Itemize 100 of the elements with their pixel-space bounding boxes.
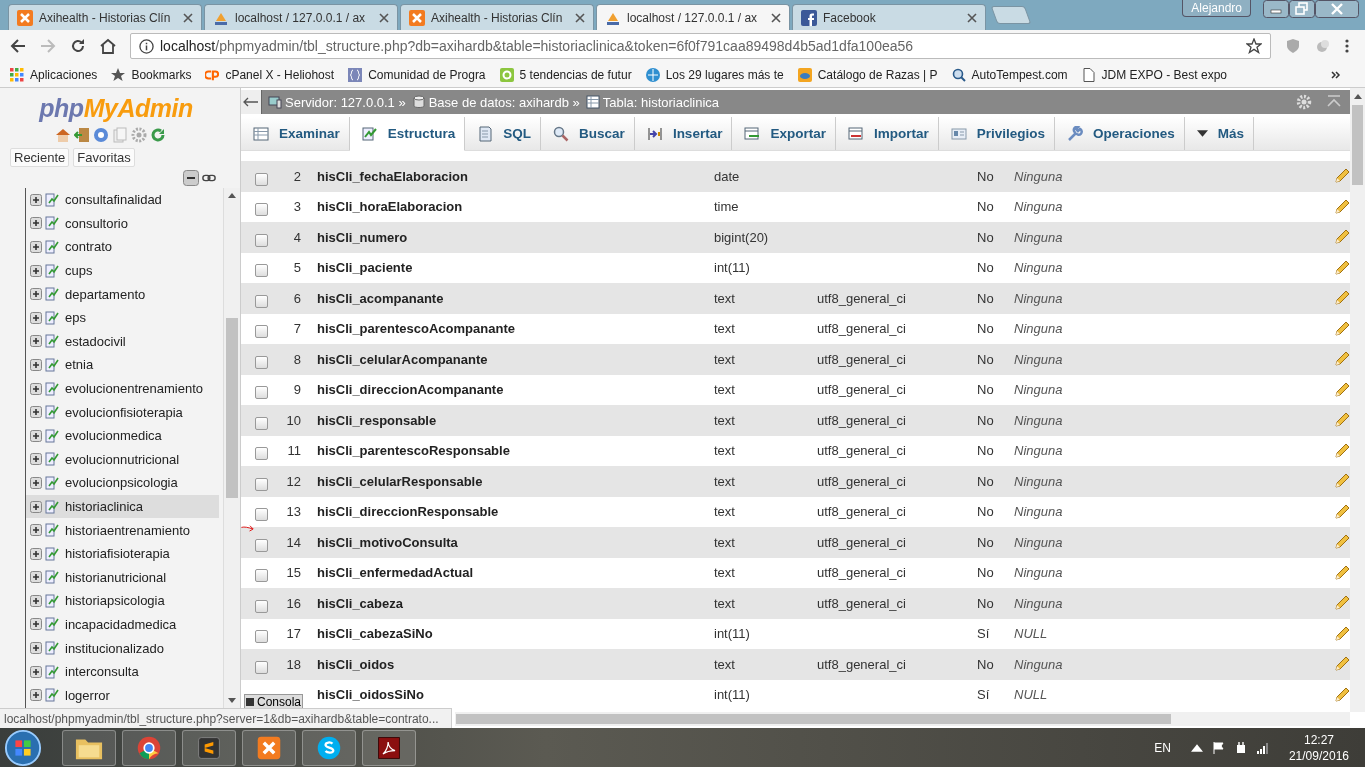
- tab[interactable]: SQL: [465, 117, 542, 150]
- menu-icon[interactable]: [1345, 38, 1349, 54]
- expand-icon[interactable]: [30, 358, 42, 371]
- expand-icon[interactable]: [30, 241, 42, 253]
- tab[interactable]: Examinar: [241, 117, 350, 150]
- scroll-up-icon[interactable]: [228, 193, 236, 198]
- bookmark-item[interactable]: cPanel X - Heliohost: [205, 67, 335, 82]
- tab[interactable]: Más: [1184, 117, 1255, 150]
- pencil-icon[interactable]: [1334, 168, 1350, 185]
- row-checkbox[interactable]: [254, 355, 268, 369]
- row-checkbox[interactable]: [254, 172, 268, 186]
- sidebar-tab[interactable]: Reciente: [10, 148, 70, 167]
- expand-icon[interactable]: [30, 476, 42, 489]
- scroll-down-icon[interactable]: [228, 698, 236, 703]
- expand-icon[interactable]: [30, 689, 42, 702]
- table-tree-item[interactable]: historiafisioterapia: [26, 541, 219, 566]
- tab[interactable]: Insertar: [634, 117, 733, 150]
- bookmark-item[interactable]: AutoTempest.com: [951, 67, 1068, 82]
- row-checkbox[interactable]: [254, 325, 268, 339]
- breadcrumb-link[interactable]: Base de datos: axihardb »: [411, 94, 580, 110]
- close-icon[interactable]: [575, 12, 585, 23]
- browser-tab[interactable]: Facebook: [792, 4, 986, 30]
- refresh-icon[interactable]: [149, 127, 166, 143]
- table-tree-item[interactable]: historiaclinica: [26, 494, 219, 519]
- taskbar-app[interactable]: [182, 729, 236, 766]
- browser-tab[interactable]: localhost / 127.0.0.1 / ax: [204, 4, 398, 30]
- tab[interactable]: Estructura: [349, 117, 466, 151]
- bookmark-item[interactable]: Los 29 lugares más te: [645, 67, 784, 82]
- expand-icon[interactable]: [30, 382, 42, 395]
- horizontal-scrollbar[interactable]: [455, 712, 1350, 726]
- browser-tab[interactable]: localhost / 127.0.0.1 / ax: [596, 4, 790, 30]
- expand-icon[interactable]: [30, 406, 42, 419]
- scroll-up-icon[interactable]: [1353, 94, 1362, 99]
- table-tree-item[interactable]: eps: [26, 305, 219, 330]
- bookmark-item[interactable]: JDM EXPO - Best expo: [1081, 67, 1227, 82]
- taskbar-app[interactable]: [62, 729, 116, 766]
- expand-icon[interactable]: [30, 618, 42, 631]
- expand-icon[interactable]: [30, 429, 42, 442]
- chevron-icon[interactable]: [1331, 70, 1341, 79]
- new-tab-button[interactable]: [990, 6, 1032, 24]
- table-tree-item[interactable]: evolucionnutricional: [26, 447, 219, 472]
- expand-icon[interactable]: [30, 500, 42, 513]
- bookmark-item[interactable]: Catálogo de Razas | P: [797, 67, 938, 82]
- pencil-icon[interactable]: [1334, 564, 1350, 581]
- row-checkbox[interactable]: [254, 203, 268, 217]
- table-tree-item[interactable]: departamento: [26, 282, 219, 306]
- taskbar-app[interactable]: [362, 729, 416, 766]
- pencil-icon[interactable]: [1334, 686, 1350, 703]
- table-tree-item[interactable]: consultorio: [26, 211, 219, 236]
- bookmark-item[interactable]: 5 tendencias de futur: [499, 67, 632, 82]
- scroll-thumb[interactable]: [1352, 105, 1363, 185]
- collapse-all-icon[interactable]: [183, 170, 199, 186]
- tab[interactable]: Importar: [835, 117, 939, 150]
- phpmyadmin-logo[interactable]: phpMyAdmin: [39, 94, 193, 122]
- row-checkbox[interactable]: [254, 264, 268, 278]
- pencil-icon[interactable]: [1334, 351, 1350, 368]
- maximize-icon[interactable]: [1289, 0, 1315, 18]
- close-icon[interactable]: [183, 12, 193, 23]
- expand-icon[interactable]: [30, 311, 42, 324]
- language-indicator[interactable]: EN: [1154, 740, 1171, 755]
- pencil-icon[interactable]: [1334, 534, 1350, 551]
- table-tree-item[interactable]: incapacidadmedica: [26, 612, 219, 637]
- expand-icon[interactable]: [30, 453, 42, 466]
- row-checkbox[interactable]: [254, 477, 268, 491]
- bookmark-star-icon[interactable]: [1246, 38, 1262, 54]
- row-checkbox[interactable]: [254, 294, 268, 308]
- row-checkbox[interactable]: [254, 447, 268, 461]
- taskbar-app[interactable]: [242, 729, 296, 766]
- expand-icon[interactable]: [30, 665, 42, 678]
- sidebar-tab[interactable]: Favoritas: [73, 148, 135, 167]
- expand-icon[interactable]: [30, 571, 42, 584]
- table-tree-item[interactable]: evolucionentrenamiento: [26, 376, 219, 401]
- close-icon[interactable]: [1315, 0, 1359, 18]
- expand-icon[interactable]: [30, 642, 42, 655]
- table-tree-item[interactable]: historiaentrenamiento: [26, 518, 219, 542]
- scrollbar[interactable]: [223, 188, 240, 708]
- pencil-icon[interactable]: [1334, 595, 1350, 612]
- pencil-icon[interactable]: [1334, 198, 1350, 215]
- bookmark-item[interactable]: Bookmarks: [111, 67, 192, 82]
- expand-icon[interactable]: [30, 264, 42, 277]
- minimize-icon[interactable]: [1263, 0, 1289, 18]
- expand-icon[interactable]: [30, 594, 42, 607]
- reload-icon[interactable]: [70, 38, 86, 54]
- table-tree-item[interactable]: historianutricional: [26, 565, 219, 590]
- taskbar-app[interactable]: [122, 729, 176, 766]
- signal-icon[interactable]: [1256, 741, 1269, 754]
- table-tree-item[interactable]: etnia: [26, 353, 219, 377]
- table-tree-item[interactable]: evolucionpsicologia: [26, 471, 219, 495]
- row-checkbox[interactable]: [254, 599, 268, 613]
- table-tree-item[interactable]: institucionalizado: [26, 636, 219, 660]
- tab[interactable]: Exportar: [732, 117, 836, 150]
- breadcrumb-link[interactable]: Servidor: 127.0.0.1 »: [268, 94, 406, 110]
- pencil-icon[interactable]: [1334, 320, 1350, 337]
- tab[interactable]: Privilegios: [938, 117, 1055, 150]
- row-checkbox[interactable]: [254, 508, 268, 522]
- row-checkbox[interactable]: [254, 538, 268, 552]
- pencil-icon[interactable]: [1334, 229, 1350, 246]
- table-tree-item[interactable]: estadocivil: [26, 329, 219, 354]
- browser-tab[interactable]: Axihealth - Historias Clín: [400, 4, 594, 30]
- pencil-icon[interactable]: [1334, 412, 1350, 429]
